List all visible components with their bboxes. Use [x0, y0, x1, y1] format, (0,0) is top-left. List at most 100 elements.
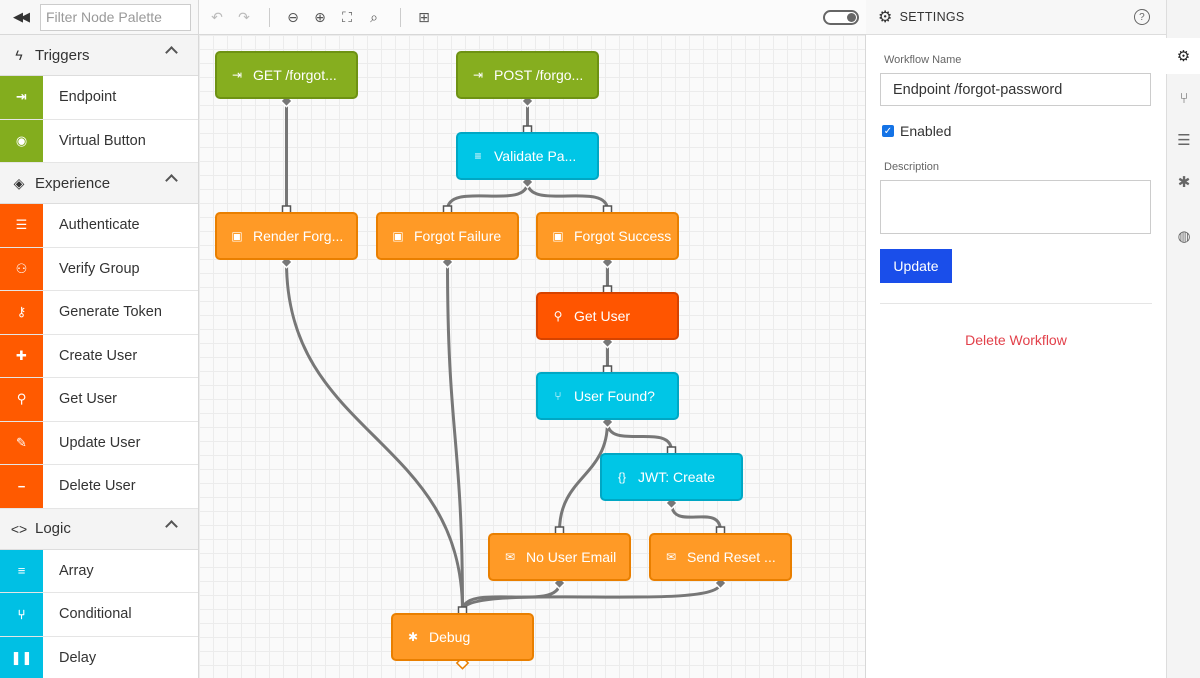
email-icon: ✉ [504, 550, 516, 564]
node-label: Forgot Success [574, 228, 672, 244]
palette-item-label: Array [59, 562, 94, 579]
workflow-node-debug[interactable]: ✱ Debug [391, 613, 534, 661]
enabled-label: Enabled [900, 123, 952, 139]
palette-item-label: Authenticate [59, 217, 140, 234]
description-field[interactable] [880, 180, 1151, 234]
palette-list: ϟ Triggers ⇥ Endpoint ◉ Virtual Button ◈ Experi… [0, 35, 198, 678]
category-label: Triggers [35, 46, 90, 64]
fingerprint-icon: ☰ [0, 204, 43, 247]
endpoint-icon: ⇥ [231, 68, 243, 82]
versions-tab-icon[interactable]: ⑂ [1167, 80, 1200, 116]
delete-workflow-link[interactable]: Delete Workflow [866, 332, 1166, 348]
palette-item-label: Delay [59, 649, 97, 666]
workflow-canvas[interactable]: ⇥ GET /forgot... ⇥ POST /forgo... ≡ Validate … [199, 35, 866, 678]
palette-item-update-user[interactable]: ✎ Update User [0, 421, 198, 465]
node-label: Forgot Failure [414, 228, 502, 244]
palette-item-array[interactable]: ≡ Array [0, 549, 198, 593]
chevron-up-icon[interactable] [165, 46, 178, 59]
settings-divider [880, 303, 1152, 304]
globals-tab-icon[interactable]: ◍ [1167, 218, 1200, 254]
category-triggers[interactable]: ϟ Triggers [0, 35, 198, 76]
update-button[interactable]: Update [880, 249, 952, 283]
toggle-knob [847, 13, 856, 22]
workflow-node-sendreset[interactable]: ✉ Send Reset ... [649, 533, 792, 581]
node-label: Debug [429, 629, 471, 645]
workflow-node-noemail[interactable]: ✉ No User Email [488, 533, 631, 581]
lightning-icon: ϟ [15, 47, 23, 63]
workflow-node-validate[interactable]: ≡ Validate Pa... [456, 132, 599, 180]
experience-icon: ◈ [13, 174, 25, 191]
node-label: Render Forg... [253, 228, 344, 244]
debug-tab-icon[interactable]: ✱ [1167, 164, 1200, 200]
palette-item-virtual-button[interactable]: ◉ Virtual Button [0, 119, 198, 163]
workflow-node-success[interactable]: ▣ Forgot Success [536, 212, 679, 260]
validate-icon: ≡ [474, 149, 482, 163]
node-label: User Found? [574, 388, 655, 404]
workflow-node-post[interactable]: ⇥ POST /forgo... [456, 51, 599, 99]
workflow-node-get[interactable]: ⇥ GET /forgot... [215, 51, 358, 99]
palette-item-verify-group[interactable]: ⚇ Verify Group [0, 247, 198, 291]
endpoint-icon: ⇥ [472, 68, 484, 82]
palette-item-generate-token[interactable]: ⚷ Generate Token [0, 291, 198, 335]
connection-wire[interactable] [446, 181, 529, 211]
add-node-icon[interactable]: ⊞ [415, 8, 433, 27]
palette-item-label: Conditional [59, 606, 132, 623]
workflow-node-getuser[interactable]: ⚲ Get User [536, 292, 679, 340]
category-label: Experience [35, 174, 111, 192]
node-label: Validate Pa... [494, 148, 577, 164]
filter-node-palette-input[interactable] [40, 3, 191, 31]
list-icon: ≡ [0, 549, 43, 592]
workflow-node-render[interactable]: ▣ Render Forg... [215, 212, 358, 260]
palette-item-label: Get User [59, 391, 118, 408]
enabled-checkbox[interactable]: ✓ [882, 125, 894, 137]
reply-icon: ▣ [392, 229, 404, 243]
reply-icon: ▣ [231, 229, 243, 243]
chevron-up-icon[interactable] [165, 519, 178, 533]
workflow-node-failure[interactable]: ▣ Forgot Failure [376, 212, 519, 260]
palette-item-label: Generate Token [59, 304, 162, 321]
connection-wire[interactable] [285, 261, 464, 612]
enabled-row[interactable]: ✓ Enabled [882, 123, 951, 139]
connection-wire[interactable] [670, 502, 722, 532]
palette-item-delay[interactable]: ❚❚ Delay [0, 636, 198, 678]
zoom-in-icon[interactable]: ⊕ [311, 8, 329, 27]
node-label: JWT: Create [638, 469, 716, 485]
node-label: GET /forgot... [253, 67, 337, 83]
zoom-reset-icon[interactable]: ⌕ [365, 8, 383, 27]
workflow-name-field[interactable] [880, 73, 1151, 106]
palette-item-authenticate[interactable]: ☰ Authenticate [0, 204, 198, 248]
settings-title: SETTINGS [899, 10, 965, 24]
debug-toggle[interactable] [823, 10, 859, 25]
user-search-icon: ⚲ [553, 309, 563, 323]
branch-icon: ⑂ [554, 389, 562, 403]
chevron-up-icon[interactable] [165, 174, 178, 187]
redo-icon[interactable]: ↷ [235, 8, 253, 27]
key-icon: ⚷ [0, 291, 43, 334]
palette-item-endpoint[interactable]: ⇥ Endpoint [0, 76, 198, 120]
canvas-toolbar: ↶ ↷ ⊖ ⊕ ⛶ ⌕ ⊞ [199, 0, 866, 35]
category-experience[interactable]: ◈ Experience [0, 163, 198, 204]
workflow-node-found[interactable]: ⑂ User Found? [536, 372, 679, 420]
palette-item-get-user[interactable]: ⚲ Get User [0, 378, 198, 422]
settings-panel: ⚙ SETTINGS ? Workflow Name ✓ Enabled Des… [866, 0, 1166, 678]
workflow-node-jwt[interactable]: {} JWT: Create [600, 453, 743, 501]
collapse-palette-icon[interactable]: ◀◀ [0, 0, 40, 35]
node-label: POST /forgo... [494, 67, 584, 83]
reply-icon: ▣ [552, 229, 564, 243]
connection-wire[interactable] [606, 421, 673, 452]
user-edit-icon: ✎ [0, 421, 43, 464]
palette-item-conditional[interactable]: ⑂ Conditional [0, 593, 198, 637]
undo-icon[interactable]: ↶ [208, 8, 226, 27]
connection-wire[interactable] [461, 582, 722, 612]
palette-item-delete-user[interactable]: − Delete User [0, 465, 198, 509]
fit-screen-icon[interactable]: ⛶ [338, 8, 356, 27]
settings-tab-icon[interactable]: ⚙ [1166, 38, 1200, 74]
storage-tab-icon[interactable]: ☰ [1167, 122, 1200, 158]
palette-item-label: Virtual Button [59, 132, 146, 149]
user-minus-icon: − [0, 465, 43, 508]
palette-item-create-user[interactable]: ✚ Create User [0, 334, 198, 378]
connection-wire[interactable] [526, 181, 609, 211]
help-icon[interactable]: ? [1134, 9, 1150, 25]
zoom-out-icon[interactable]: ⊖ [284, 8, 302, 27]
category-logic[interactable]: <> Logic [0, 508, 198, 550]
